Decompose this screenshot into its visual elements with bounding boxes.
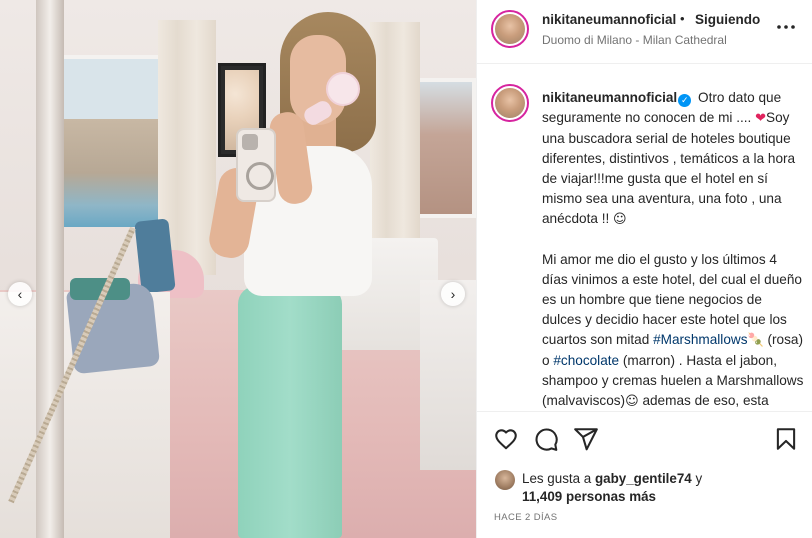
- avatar[interactable]: [491, 84, 529, 122]
- likes-prefix: Les gusta a: [522, 471, 592, 486]
- hashtag-link[interactable]: #Marshmallows: [653, 332, 747, 347]
- caption-username[interactable]: nikitaneumannoficial: [542, 90, 677, 105]
- photo-smartphone: [236, 128, 276, 202]
- likes-line: Les gusta a gaby_gentile74 y: [522, 471, 702, 486]
- caption-area: nikitaneumannoficial ✓ Otro dato que segu…: [477, 64, 812, 410]
- photo-cabinet: [420, 280, 476, 470]
- caption-text: nikitaneumannoficial ✓ Otro dato que segu…: [542, 88, 804, 410]
- likes-count-link[interactable]: 11,409 personas más: [522, 489, 656, 504]
- likes-summary: Les gusta a gaby_gentile74 y 11,409 pers…: [495, 468, 805, 508]
- photo-curtain: [370, 22, 420, 267]
- photo-window-right: [412, 78, 476, 218]
- hashtag-link[interactable]: #chocolate: [553, 353, 619, 368]
- post-side-panel: nikitaneumannoficial • Siguiendo Duomo d…: [476, 0, 812, 538]
- chevron-right-icon[interactable]: ›: [441, 282, 465, 306]
- share-icon[interactable]: [573, 426, 599, 452]
- more-options-icon[interactable]: [775, 16, 797, 38]
- action-bar: [477, 411, 812, 467]
- header-username[interactable]: nikitaneumannoficial: [542, 12, 676, 27]
- comment-icon[interactable]: [533, 426, 559, 452]
- likes-suffix: y: [695, 471, 703, 486]
- caption-p1b: Soy una buscadora serial de hoteles bout…: [542, 110, 796, 226]
- heart-emoji: ❤: [755, 111, 767, 126]
- verified-badge-icon: ✓: [678, 94, 692, 107]
- avatar[interactable]: [491, 10, 529, 48]
- location-link[interactable]: Duomo di Milano - Milan Cathedral: [542, 33, 727, 47]
- photo-window-left: [48, 55, 166, 227]
- liker-username[interactable]: gaby_gentile74: [595, 471, 692, 486]
- following-button[interactable]: Siguiendo: [695, 12, 760, 27]
- bookmark-icon[interactable]: [773, 426, 799, 452]
- candy-emoji: 🍡: [747, 333, 764, 348]
- heart-icon[interactable]: [493, 426, 519, 452]
- post-timestamp[interactable]: HACE 2 DÍAS: [494, 512, 558, 523]
- photo-handset: [326, 72, 360, 106]
- post-photo[interactable]: ‹ ›: [0, 0, 476, 538]
- smile-emoji: ☺: [625, 394, 639, 409]
- post-header: nikitaneumannoficial • Siguiendo Duomo d…: [477, 0, 812, 64]
- photo-mirror-frame: [36, 0, 64, 538]
- smile-emoji: ☺: [613, 212, 627, 227]
- separator-dot: •: [680, 11, 685, 26]
- chevron-left-icon[interactable]: ‹: [8, 282, 32, 306]
- avatar[interactable]: [495, 470, 515, 490]
- photo-person-pants: [238, 286, 342, 538]
